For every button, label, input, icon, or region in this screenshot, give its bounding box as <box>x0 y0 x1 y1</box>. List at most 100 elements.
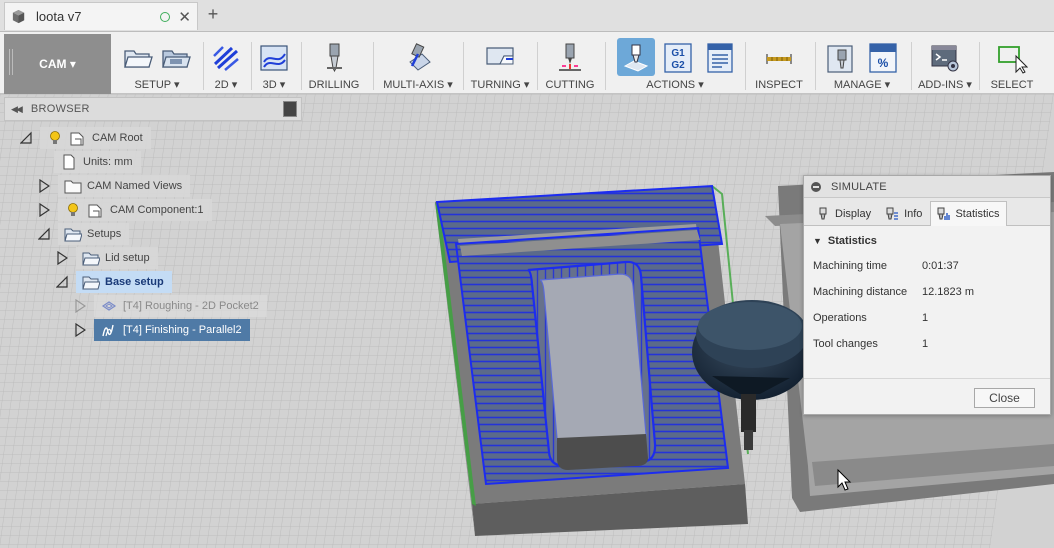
drilling-group[interactable]: DRILLING <box>303 34 365 94</box>
inspect-group[interactable]: INSPECT <box>748 34 810 94</box>
actions-group[interactable]: G1 G2 ACTIONS ▾ <box>610 34 740 94</box>
tab-statistics[interactable]: Statistics <box>930 201 1008 226</box>
3d-group[interactable]: 3D ▾ <box>253 34 295 94</box>
tree-node-base-setup[interactable]: Base setup <box>56 271 172 293</box>
setup-group[interactable]: SETUP ▾ <box>113 34 201 94</box>
drilling-label[interactable]: DRILLING <box>303 79 365 91</box>
g2-text: G2 <box>671 60 685 71</box>
stat-value: 1 <box>922 312 929 324</box>
info-icon <box>886 207 899 220</box>
actions-menu-label[interactable]: ACTIONS ▾ <box>610 78 740 91</box>
toolbar-separator <box>745 42 746 90</box>
setup-sheet-icon[interactable] <box>704 42 736 74</box>
select-group[interactable]: SELECT <box>982 34 1042 94</box>
simulate-dialog: SIMULATE Display Info Statistics ▼ Stati… <box>803 175 1051 415</box>
new-tab-button[interactable]: + <box>203 4 223 25</box>
2d-pocket-icon[interactable] <box>210 42 242 74</box>
manage-menu-label[interactable]: MANAGE ▾ <box>818 78 906 91</box>
select-cursor-icon[interactable] <box>996 42 1028 74</box>
3d-menu-label[interactable]: 3D ▾ <box>253 78 295 91</box>
cam-root-icon <box>70 132 84 146</box>
stat-row-tool-changes: Tool changes 1 <box>804 331 1050 357</box>
add-ins-menu-label[interactable]: ADD-INS ▾ <box>914 78 976 91</box>
browser-panel-header[interactable]: ◀◀ BROWSER <box>4 97 302 121</box>
tab-label: Statistics <box>955 208 1000 220</box>
tab-label: Info <box>904 207 923 220</box>
expanded-triangle-icon[interactable] <box>38 227 50 241</box>
multi-axis-menu-label[interactable]: MULTI-AXIS ▾ <box>376 78 460 91</box>
document-tab[interactable]: loota v7 ✕ <box>4 2 198 30</box>
visibility-bulb-icon[interactable] <box>64 202 82 218</box>
drill-icon[interactable] <box>318 42 350 74</box>
toolbar-separator <box>605 42 606 90</box>
inspect-label[interactable]: INSPECT <box>748 79 810 91</box>
multi-axis-icon[interactable] <box>402 42 434 74</box>
g1-text: G1 <box>671 48 685 59</box>
simulate-dialog-header[interactable]: SIMULATE <box>804 176 1050 198</box>
cutting-group[interactable]: CUTTING <box>540 34 600 94</box>
turning-icon[interactable] <box>484 42 516 74</box>
setup-icon <box>82 252 100 266</box>
setup-folder-icon[interactable] <box>160 42 192 74</box>
toolbar-separator <box>251 42 252 90</box>
add-ins-group[interactable]: ADD-INS ▾ <box>914 34 976 94</box>
close-tab-button[interactable]: ✕ <box>178 8 191 26</box>
manage-group[interactable]: % MANAGE ▾ <box>818 34 906 94</box>
collapse-dialog-icon[interactable] <box>811 181 821 192</box>
collapsed-triangle-icon[interactable] <box>38 179 50 193</box>
tab-info[interactable]: Info <box>879 201 930 225</box>
workspace-switcher[interactable]: CAM ▾ <box>4 34 111 94</box>
expanded-triangle-icon[interactable] <box>56 275 68 289</box>
collapsed-triangle-icon[interactable] <box>74 323 86 337</box>
tree-node-component[interactable]: CAM Component:1 <box>38 199 212 221</box>
turning-menu-label[interactable]: TURNING ▾ <box>466 78 534 91</box>
tree-label: Base setup <box>105 276 164 288</box>
cutting-icon[interactable] <box>554 42 586 74</box>
section-caret-icon[interactable]: ▼ <box>813 236 822 246</box>
simulate-icon[interactable] <box>620 42 652 74</box>
turning-group[interactable]: TURNING ▾ <box>466 34 534 94</box>
template-library-icon[interactable]: % <box>867 42 899 74</box>
stat-label: Machining time <box>813 260 887 272</box>
scripts-addins-icon[interactable] <box>929 42 961 74</box>
tree-node-lid-setup[interactable]: Lid setup <box>56 247 158 269</box>
cutting-label[interactable]: CUTTING <box>540 79 600 91</box>
collapsed-triangle-icon[interactable] <box>38 203 50 217</box>
multi-axis-group[interactable]: MULTI-AXIS ▾ <box>376 34 460 94</box>
tree-node-named-views[interactable]: CAM Named Views <box>38 175 191 197</box>
measure-icon[interactable] <box>763 42 795 74</box>
tool-library-icon[interactable] <box>825 42 857 74</box>
collapsed-triangle-icon[interactable] <box>56 251 68 265</box>
tree-label: CAM Component:1 <box>110 204 204 216</box>
tree-node-roughing-op[interactable]: [T4] Roughing - 2D Pocket2 <box>74 295 267 317</box>
select-label[interactable]: SELECT <box>982 79 1042 91</box>
2d-group[interactable]: 2D ▾ <box>205 34 247 94</box>
section-title: Statistics <box>827 235 877 247</box>
tab-display[interactable]: Display <box>810 201 879 225</box>
close-button[interactable]: Close <box>974 388 1035 408</box>
collapse-browser-icon[interactable]: ◀◀ <box>11 104 23 115</box>
tree-node-finishing-op[interactable]: [T4] Finishing - Parallel2 <box>74 319 250 341</box>
collapsed-triangle-icon[interactable] <box>74 299 86 313</box>
fusion-cube-icon <box>12 9 25 24</box>
setup-menu-label[interactable]: SETUP ▾ <box>113 78 201 91</box>
statistics-section-header[interactable]: ▼ Statistics <box>804 229 1050 253</box>
toolbar-grip[interactable] <box>9 49 13 75</box>
component-icon <box>88 204 102 218</box>
tree-node-units[interactable]: Units: mm <box>40 151 141 173</box>
stat-label: Machining distance <box>813 286 908 298</box>
new-setup-icon[interactable] <box>122 42 154 74</box>
visibility-bulb-icon[interactable] <box>46 130 64 146</box>
2d-menu-label[interactable]: 2D ▾ <box>205 78 247 91</box>
tree-node-cam-root[interactable]: CAM Root <box>20 127 151 149</box>
expanded-triangle-icon[interactable] <box>20 131 32 145</box>
pin-panel-icon[interactable] <box>283 101 297 117</box>
tab-label: Display <box>835 207 872 220</box>
toolbar-separator <box>911 42 912 90</box>
display-icon <box>819 207 827 219</box>
toolbar-separator <box>815 42 816 90</box>
post-process-icon[interactable]: G1 G2 <box>662 42 694 74</box>
tree-label: Units: mm <box>83 156 133 168</box>
tree-node-setups[interactable]: Setups <box>38 223 130 245</box>
3d-adaptive-icon[interactable] <box>258 42 290 74</box>
